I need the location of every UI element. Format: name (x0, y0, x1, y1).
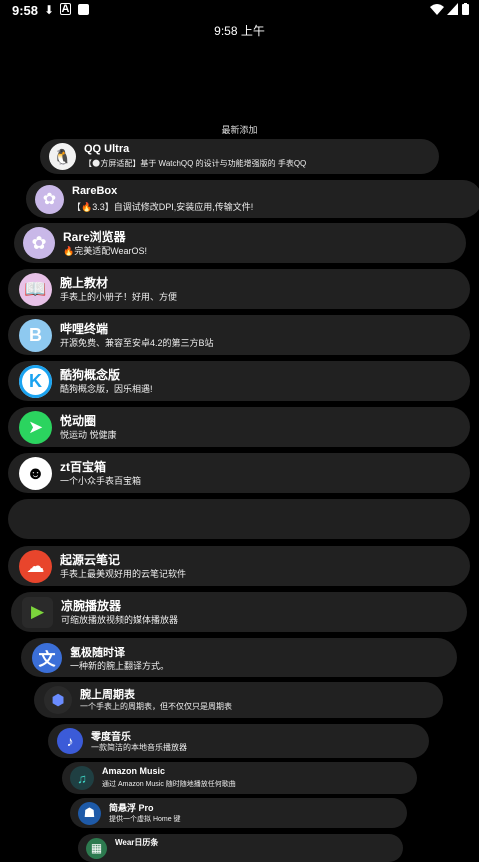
yuedong-icon: ➤ (19, 410, 52, 444)
music-note-icon: ♪ (57, 728, 83, 754)
app-description: 一个小众手表百宝箱 (60, 476, 142, 486)
signal-icon (447, 3, 458, 15)
bilibili-icon: B (19, 318, 52, 352)
app-list-item[interactable]: B 哔哩终端开源免费、兼容至安卓4.2的第三方B站 (8, 315, 470, 355)
app-description: 酷狗概念版，因乐相遇! (60, 384, 153, 394)
app-title: 腕上教材 (60, 276, 109, 290)
app-title: Wear日历条 (115, 838, 159, 847)
app-description: 一种新的腕上翻译方式。 (70, 661, 170, 671)
section-label-latest: 最新添加 (221, 125, 258, 135)
app-title: 哔哩终端 (60, 322, 109, 336)
app-list-item[interactable]: 📖 腕上教材手表上的小册子！好用、方便 (8, 269, 470, 309)
app-title: 零度音乐 (91, 732, 131, 743)
app-description: 提供一个虚拟 Home 键 (109, 816, 181, 823)
app-list-item[interactable]: ☁ 起源云笔记手表上最美观好用的云笔记软件 (8, 546, 470, 586)
download-icon: ⬇ (44, 3, 55, 17)
status-time: 9:58 (12, 3, 39, 18)
app-description: 【🔥3.3】自调试修改DPI,安装应用,传输文件! (72, 202, 254, 212)
app-description: 手表上最美观好用的云笔记软件 (60, 569, 187, 579)
float-icon: ☗ (78, 801, 101, 825)
play-icon: ▶ (22, 596, 53, 628)
kugou-icon: K (19, 364, 52, 398)
app-description: 可缩放播放视频的媒体播放器 (61, 615, 179, 625)
app-list-item[interactable]: 🐧 QQ Ultra 【🌑方屏适配】基于 WatchQQ 的设计与功能增强版的 手表… (40, 139, 439, 174)
app-list-item[interactable]: ▶ 凉腕播放器可缩放播放视频的媒体播放器 (11, 592, 467, 632)
app-title: Rare浏览器 (63, 230, 126, 244)
app-list-item[interactable]: K 酷狗概念版酷狗概念版，因乐相遇! (8, 361, 470, 401)
app-list-item[interactable]: ☗ 简悬浮 Pro 提供一个虚拟 Home 键 (70, 798, 407, 828)
app-list-item[interactable]: ♫ Amazon Music 通过 Amazon Music 随时随地播放任何歌曲 (62, 762, 417, 794)
app-title: 腕上周期表 (80, 689, 135, 701)
app-description: 通过 Amazon Music 随时随地播放任何歌曲 (102, 781, 236, 788)
app-description: 【🌑方屏适配】基于 WatchQQ 的设计与功能增强版的 手表QQ (84, 159, 307, 168)
calendar-icon: ▦ (86, 837, 107, 859)
battery-icon (462, 3, 469, 15)
app-title: RareBox (72, 185, 118, 197)
app-title: 酷狗概念版 (60, 368, 121, 382)
qq-penguin-icon: 🐧 (49, 143, 76, 170)
app-description: 一个手表上的周期表，但不仅仅只是周期表 (80, 702, 232, 711)
app-list-item[interactable]: ⬢ 腕上周期表 一个手表上的周期表，但不仅仅只是周期表 (34, 682, 443, 718)
notification-icon (78, 4, 89, 15)
app-a-icon: A (60, 3, 71, 15)
amazon-music-icon: ♫ (70, 766, 94, 790)
app-description: 一款简洁的本地音乐播放器 (91, 743, 187, 752)
cloud-note-icon: ☁ (19, 549, 52, 583)
status-bar: 9:58 ⬇ A (0, 0, 479, 22)
app-description: 手表上的小册子！好用、方便 (60, 292, 178, 302)
app-description: 开源免费、兼容至安卓4.2的第三方B站 (60, 338, 214, 348)
app-list-item[interactable]: ▦ Wear日历条 (78, 834, 403, 862)
app-list-item[interactable]: ➤ 悦动圈悦运动 悦健康 (8, 407, 470, 447)
app-title: Amazon Music (102, 766, 166, 776)
app-list-item[interactable]: ✿ RareBox 【🔥3.3】自调试修改DPI,安装应用,传输文件! (26, 180, 479, 218)
app-list-item[interactable]: ☻ zt百宝箱一个小众手表百宝箱 (8, 453, 470, 493)
app-title: 起源云笔记 (60, 553, 121, 567)
app-list-item[interactable]: ♪ 零度音乐 一款简洁的本地音乐播放器 (48, 724, 429, 758)
anime-girl-icon: ✿ (23, 227, 55, 259)
app-list-item[interactable] (8, 499, 470, 539)
app-description: 悦运动 悦健康 (60, 430, 117, 440)
app-title: 悦动圈 (60, 414, 97, 428)
anime-girl-icon: ✿ (35, 184, 64, 214)
watch-clock: 9:58 上午 (214, 24, 265, 38)
atom-icon: ⬢ (44, 686, 72, 714)
app-list-item[interactable]: ✿ Rare浏览器 🔥完美适配WearOS! (14, 223, 466, 263)
zt-logo-icon: ☻ (19, 456, 52, 490)
wifi-icon (430, 4, 444, 15)
app-title: 凉腕播放器 (61, 599, 122, 613)
app-list-item[interactable]: 文氢极随时译一种新的腕上翻译方式。 (21, 638, 457, 677)
app-title: 氢极随时译 (70, 647, 125, 659)
book-icon: 📖 (19, 272, 52, 306)
app-title: QQ Ultra (84, 143, 130, 155)
app-title: 简悬浮 Pro (109, 803, 154, 813)
app-description: 🔥完美适配WearOS! (63, 246, 148, 256)
app-title: zt百宝箱 (60, 460, 106, 474)
translate-icon: 文 (32, 642, 62, 673)
